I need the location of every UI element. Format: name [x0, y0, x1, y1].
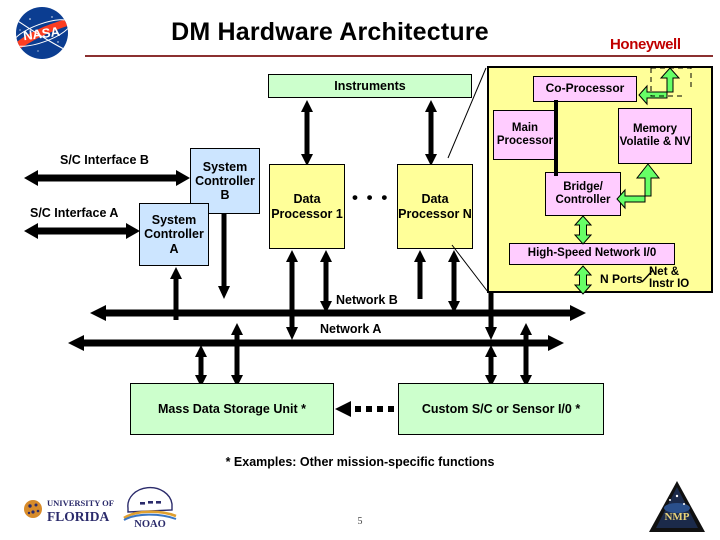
- slide-canvas: NASA DM Hardware Architecture Honeywell …: [0, 0, 720, 540]
- main-processor-box: Main Processor: [493, 110, 557, 160]
- network-b-bus: [90, 305, 586, 321]
- arrow-networka-custom-io-1: [485, 345, 497, 387]
- arrow-instruments-dp1: [301, 100, 313, 166]
- university-of-florida-logo: UNIVERSITY OF FLORIDA: [24, 498, 114, 524]
- processor-ellipsis: • • •: [352, 188, 390, 207]
- arrow-networka-mass-storage-1: [195, 345, 207, 387]
- sc-interface-a-label: S/C Interface A: [30, 206, 119, 220]
- title-divider: [85, 55, 713, 57]
- arrow-sc-interface-a: [24, 223, 140, 239]
- network-io-box: High-Speed Network I/0: [509, 243, 675, 265]
- svg-text:FLORIDA: FLORIDA: [47, 509, 110, 524]
- n-ports-label: N Ports: [600, 272, 643, 286]
- arrow-dpn-networkb: [414, 250, 426, 299]
- connector-main-processor-bridge: [554, 100, 558, 176]
- data-processor-1-box: Data Processor 1: [269, 164, 345, 249]
- n-ports-pointer-icon: [641, 269, 654, 283]
- mass-data-storage-box: Mass Data Storage Unit *: [130, 383, 334, 435]
- nmp-logo: NMP: [649, 481, 705, 532]
- noao-logo: NOAO: [123, 486, 177, 530]
- svg-text:NMP: NMP: [664, 511, 689, 523]
- green-arrow-bridge-network-io: [573, 215, 593, 245]
- arrow-networkb-networka-left: [286, 293, 298, 340]
- bridge-controller-box: Bridge/ Controller: [545, 172, 621, 216]
- green-arrow-network-io-ports: [573, 265, 593, 295]
- green-arrow-bridge-memory: [616, 163, 661, 210]
- co-processor-box: Co-Processor: [533, 76, 637, 102]
- arrow-networkb-mass-storage-2: [231, 323, 243, 387]
- arrow-networkb-custom-io-2: [520, 323, 532, 387]
- nasa-logo: NASA: [16, 7, 68, 59]
- arrow-instruments-dpn: [425, 100, 437, 166]
- sc-interface-b-label: S/C Interface B: [60, 153, 149, 167]
- honeywell-logo: Honeywell: [610, 36, 681, 53]
- page-title: DM Hardware Architecture: [171, 18, 489, 46]
- green-arrow-co-processor: [638, 67, 692, 106]
- arrow-sc-interface-b: [24, 170, 190, 186]
- dotted-arrow-custom-io-to-storage: [335, 401, 394, 417]
- svg-text:NOAO: NOAO: [134, 519, 166, 530]
- svg-text:UNIVERSITY OF: UNIVERSITY OF: [47, 498, 114, 508]
- memory-box: Memory Volatile & NV: [618, 108, 692, 164]
- custom-io-box: Custom S/C or Sensor I/0 *: [398, 383, 604, 435]
- system-controller-a-box: System Controller A: [139, 203, 209, 266]
- footnote: * Examples: Other mission-specific funct…: [225, 455, 495, 469]
- net-instr-io-label: Net & Instr IO: [649, 266, 690, 291]
- arrow-scb-networkb: [218, 214, 230, 299]
